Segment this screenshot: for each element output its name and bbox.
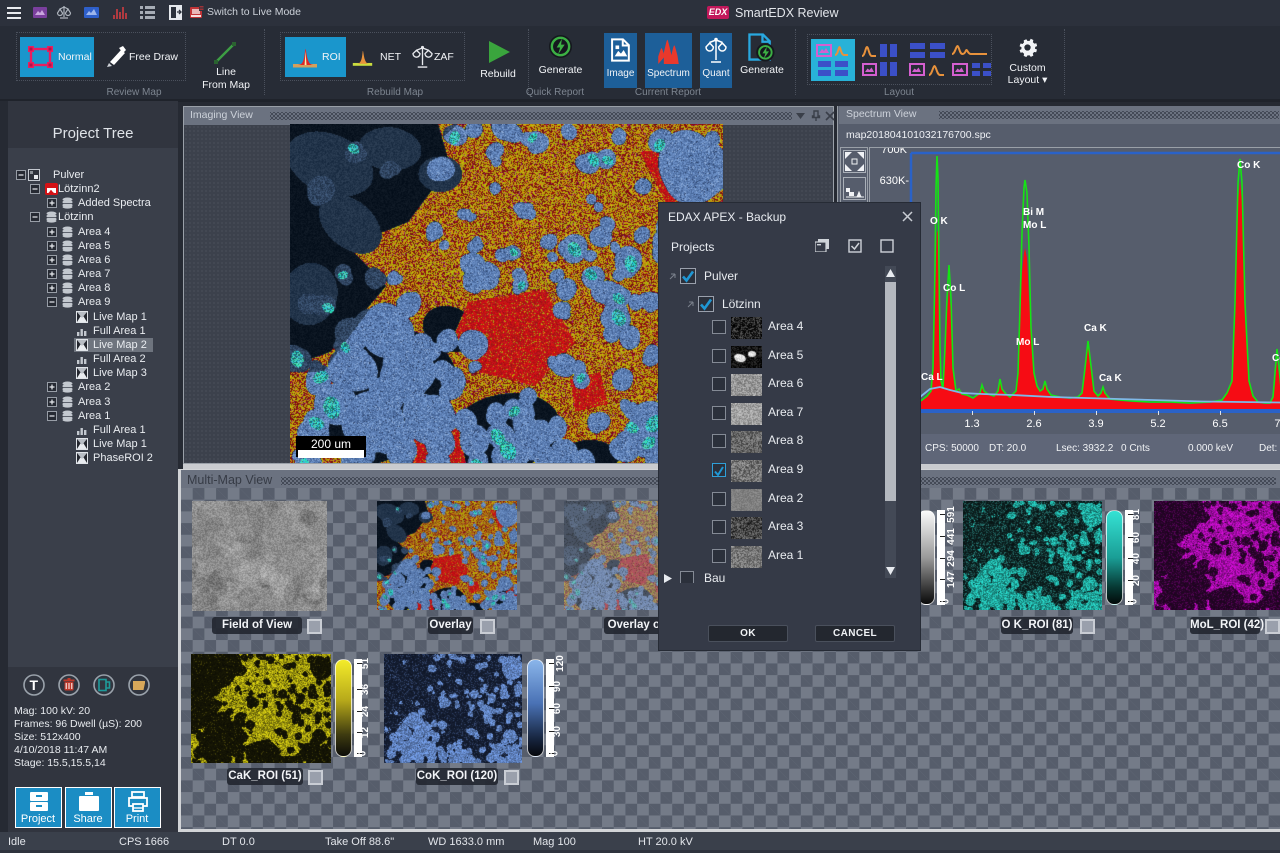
svg-text:630K-: 630K- — [880, 175, 910, 187]
svg-text:T: T — [29, 677, 38, 693]
svg-text:700K: 700K — [881, 148, 907, 156]
